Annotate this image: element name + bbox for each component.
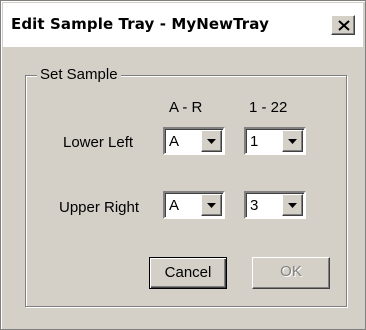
combo-value: A [169, 133, 180, 150]
letter-column-header: A - R [169, 99, 203, 116]
lower-left-letter-select[interactable]: A [163, 127, 225, 155]
cancel-button-label: Cancel [164, 264, 212, 281]
dropdown-button[interactable] [282, 130, 303, 152]
close-icon [338, 20, 350, 31]
close-button[interactable] [331, 15, 355, 35]
ok-button-label: OK [280, 263, 302, 280]
dropdown-button[interactable] [201, 194, 222, 216]
combo-value: 3 [250, 197, 259, 214]
lower-left-number-select[interactable]: 1 [244, 127, 306, 155]
cancel-button[interactable]: Cancel [149, 257, 227, 289]
upper-right-letter-select[interactable]: A [163, 191, 225, 219]
dropdown-button[interactable] [201, 130, 222, 152]
upper-right-label: Upper Right [59, 199, 140, 216]
ok-button[interactable]: OK [252, 257, 330, 289]
lower-left-label: Lower Left [63, 134, 134, 151]
upper-right-number-select[interactable]: 3 [244, 191, 306, 219]
chevron-down-icon [288, 139, 297, 144]
combo-value: A [169, 197, 180, 214]
combo-value: 1 [250, 133, 259, 150]
title-bar[interactable]: Edit Sample Tray - MyNewTray [3, 3, 363, 48]
number-column-header: 1 - 22 [249, 99, 288, 116]
group-label: Set Sample [37, 66, 121, 83]
dialog-window: Edit Sample Tray - MyNewTray Set Sample … [0, 0, 366, 330]
chevron-down-icon [207, 139, 216, 144]
window-title: Edit Sample Tray - MyNewTray [11, 15, 269, 33]
chevron-down-icon [207, 203, 216, 208]
dropdown-button[interactable] [282, 194, 303, 216]
chevron-down-icon [288, 203, 297, 208]
